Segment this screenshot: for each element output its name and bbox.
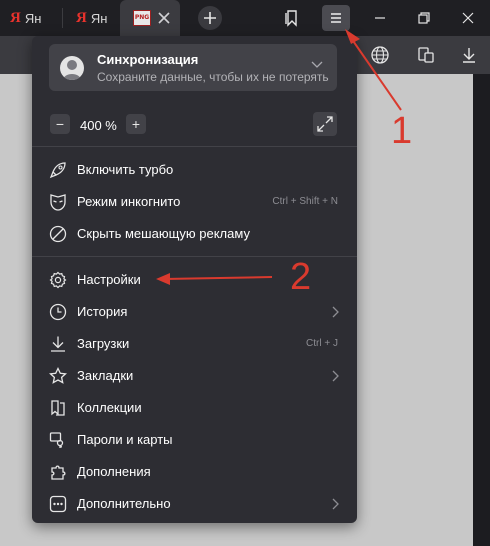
annotation-arrows: [156, 29, 402, 285]
annotation-number-2: 2: [290, 256, 312, 298]
annotation-arrow-1: [345, 29, 402, 111]
annotation-number-1: 1: [391, 110, 413, 152]
annotation-arrow-2: [156, 273, 273, 285]
